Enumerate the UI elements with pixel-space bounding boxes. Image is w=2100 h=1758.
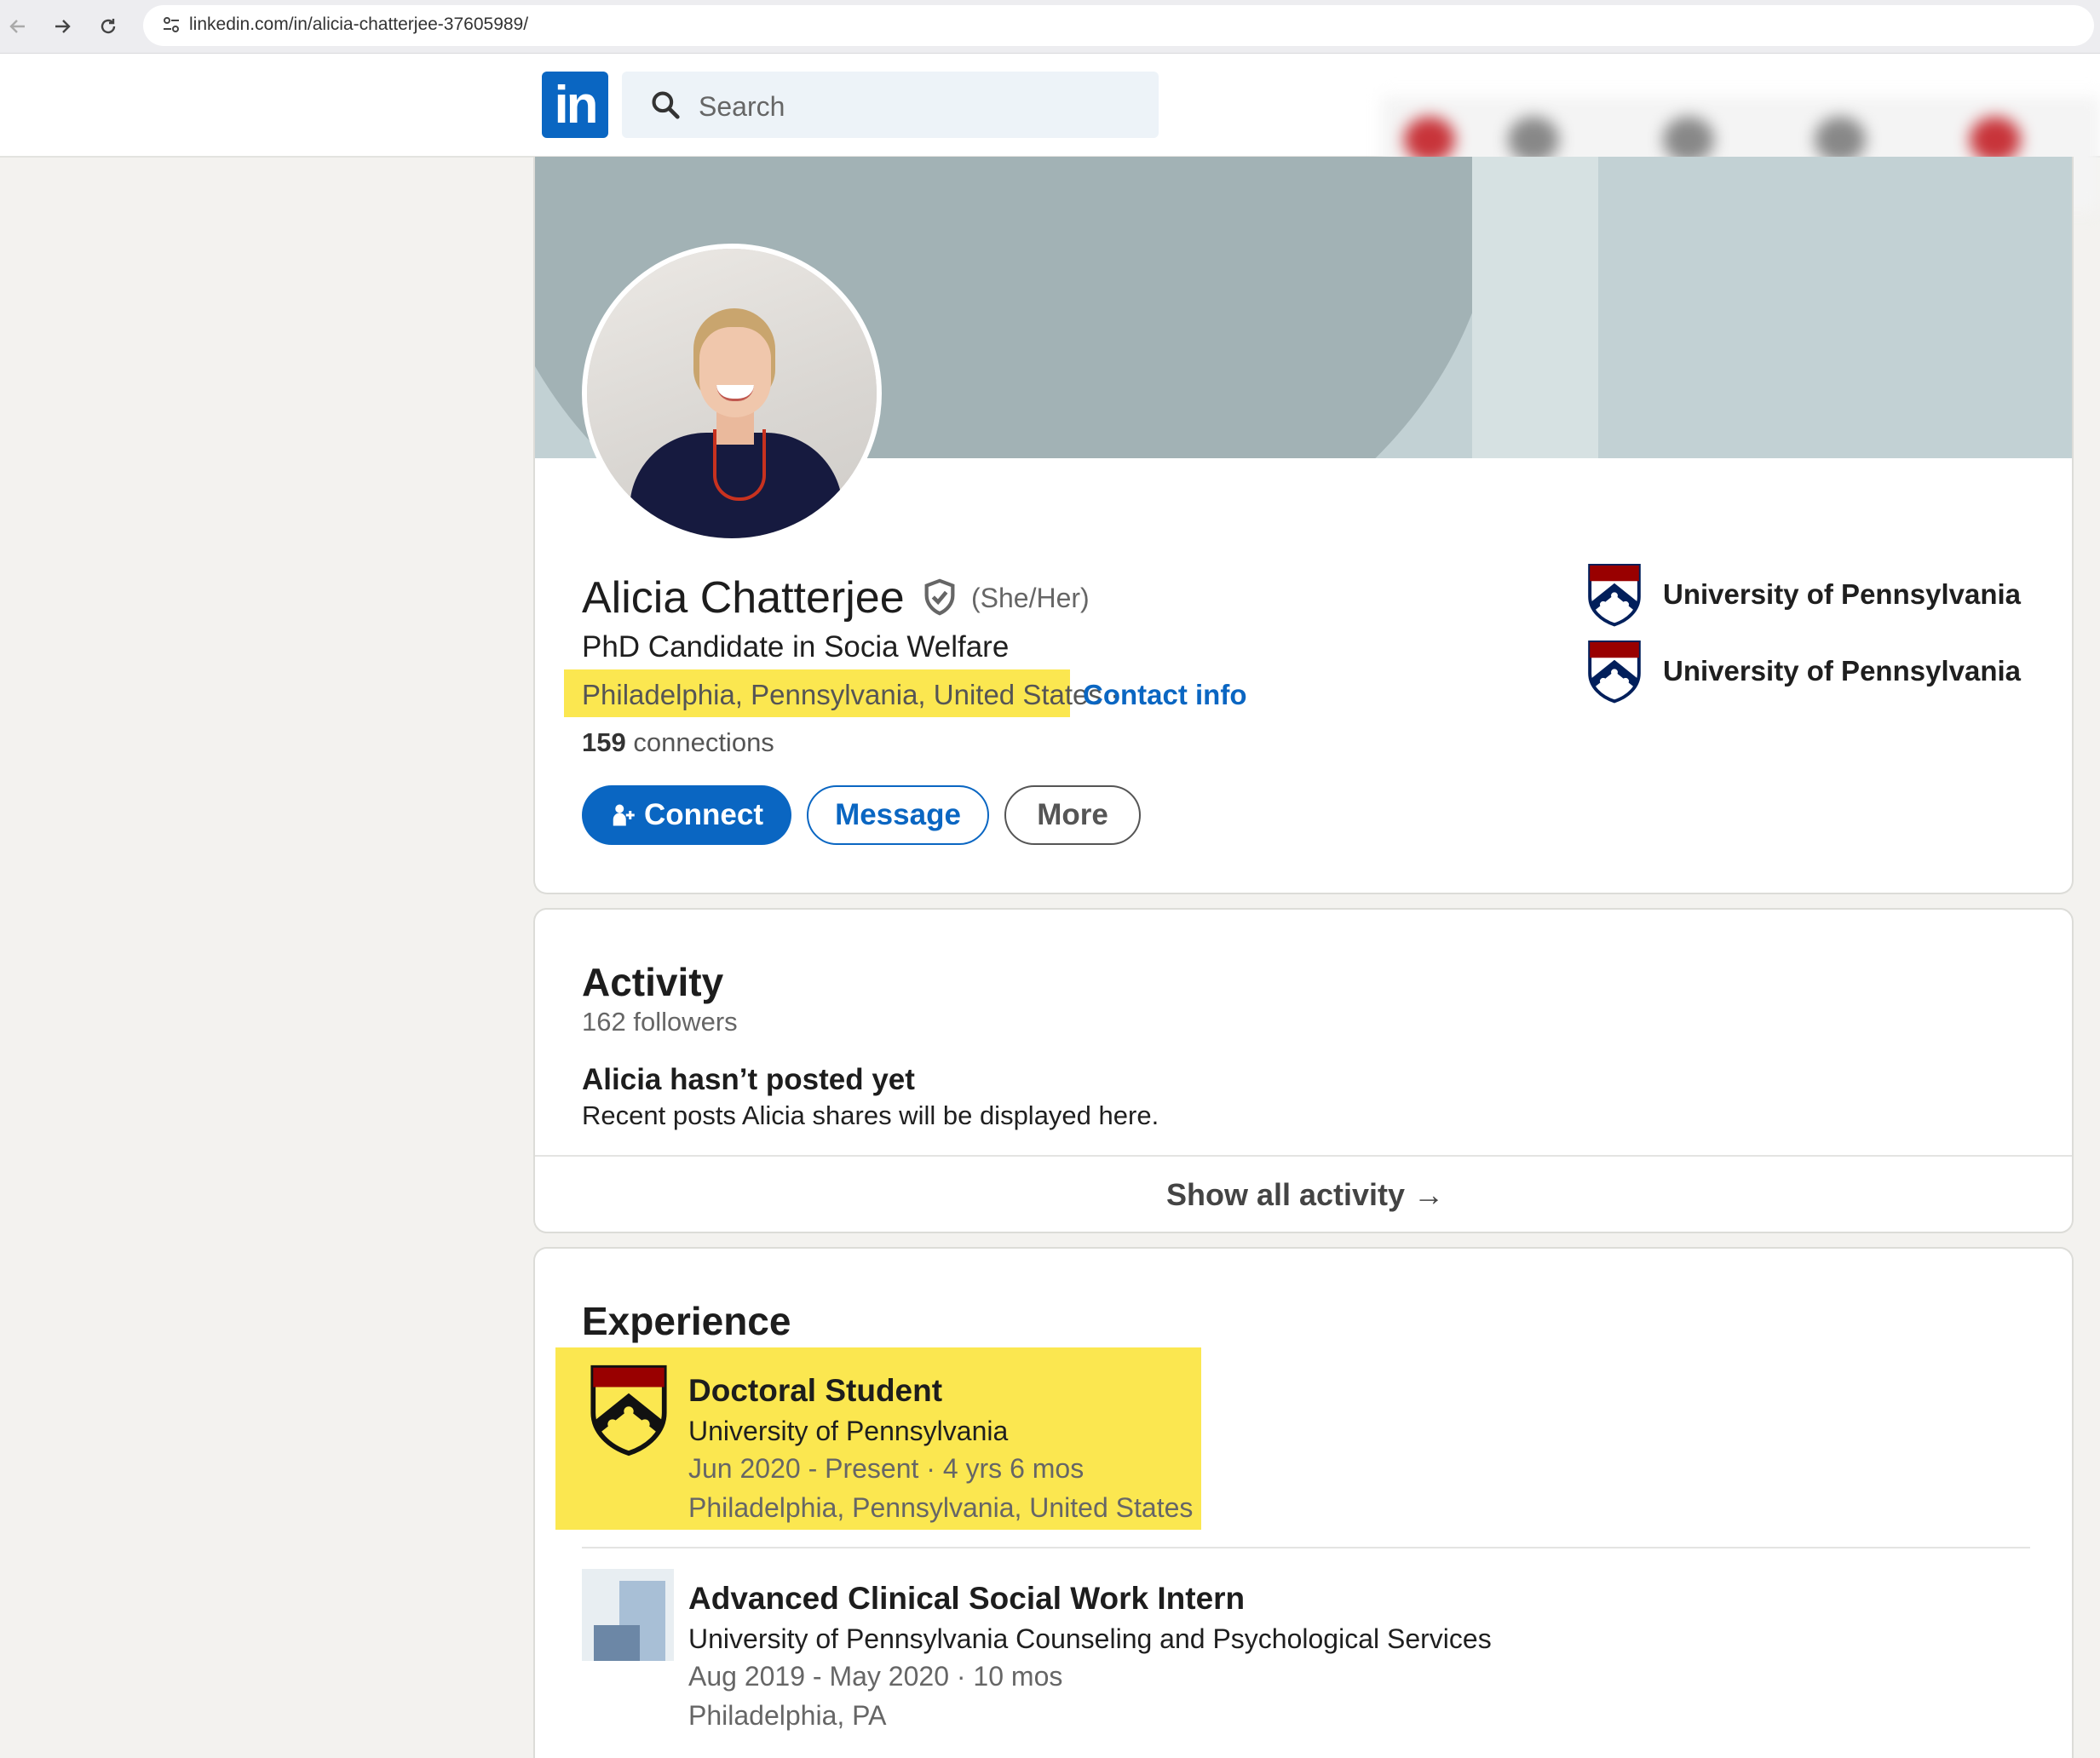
experience-card: Experience Doctoral Student University o…: [533, 1247, 2074, 1758]
linkedin-logo[interactable]: in: [542, 72, 608, 138]
connections-count[interactable]: 159 connections: [582, 727, 774, 758]
experience-item-location: Philadelphia, Pennsylvania, United State…: [688, 1492, 1194, 1523]
profile-name: Alicia Chatterjee: [582, 573, 905, 623]
company-logo[interactable]: [582, 1569, 674, 1661]
profile-card: Alicia Chatterjee (She/Her) PhD Candidat…: [533, 157, 2074, 894]
url-text[interactable]: linkedin.com/in/alicia-chatterjee-376059…: [189, 14, 528, 35]
experience-title: Experience: [582, 1299, 791, 1343]
reload-button[interactable]: [94, 12, 123, 41]
experience-item-dates: Aug 2019 - May 2020 · 10 mos: [688, 1661, 1063, 1692]
divider: [582, 1547, 2030, 1548]
divider: [535, 1155, 2072, 1157]
penn-shield-icon: [1588, 563, 1641, 627]
arrow-right-icon: [55, 20, 71, 33]
connections-label: connections: [633, 727, 774, 757]
arrow-left-icon: [9, 20, 25, 33]
experience-item-title[interactable]: Doctoral Student: [688, 1373, 942, 1409]
experience-item-dates: Jun 2020 - Present · 4 yrs 6 mos: [688, 1453, 1085, 1484]
activity-title: Activity: [582, 960, 724, 1004]
profile-photo[interactable]: [582, 244, 882, 543]
profile-location: Philadelphia, Pennsylvania, United State…: [582, 679, 1119, 711]
address-bar[interactable]: linkedin.com/in/alicia-chatterjee-376059…: [143, 5, 2094, 46]
forward-button[interactable]: [48, 12, 77, 41]
connect-label: Connect: [644, 798, 763, 831]
message-button[interactable]: Message: [807, 785, 989, 845]
verified-shield-icon[interactable]: [920, 577, 959, 617]
connect-button[interactable]: Connect: [582, 785, 791, 845]
experience-item-title[interactable]: Advanced Clinical Social Work Intern: [688, 1581, 1245, 1617]
linkedin-header: in Search: [0, 54, 2100, 211]
experience-item-location: Philadelphia, PA: [688, 1700, 887, 1731]
education-link-1[interactable]: University of Pennsylvania: [1586, 562, 2021, 627]
reload-icon: [101, 19, 116, 34]
experience-item-org: University of Pennsylvania Counseling an…: [688, 1623, 1492, 1654]
profile-headline: PhD Candidate in Socia Welfare: [582, 630, 1010, 664]
experience-item-org: University of Pennsylvania: [688, 1416, 1009, 1446]
browser-toolbar: linkedin.com/in/alicia-chatterjee-376059…: [0, 0, 2100, 54]
followers-count: 162 followers: [582, 1007, 738, 1037]
pronouns: (She/Her): [971, 583, 1090, 613]
search-icon: [652, 91, 680, 119]
education-name-1: University of Pennsylvania: [1663, 578, 2021, 610]
no-posts-text: Recent posts Alicia shares will be displ…: [582, 1100, 1159, 1130]
education-name-2: University of Pennsylvania: [1663, 655, 2021, 687]
show-all-activity-link[interactable]: Show all activity →: [535, 1177, 2072, 1213]
back-button[interactable]: [3, 12, 32, 41]
penn-shield-icon[interactable]: [586, 1363, 671, 1456]
contact-info-link[interactable]: Contact info: [1083, 679, 1246, 711]
search-input[interactable]: Search: [622, 72, 1159, 138]
search-placeholder: Search: [699, 91, 785, 122]
more-button[interactable]: More: [1004, 785, 1141, 845]
penn-shield-icon: [1588, 640, 1641, 704]
no-posts-title: Alicia hasn’t posted yet: [582, 1063, 915, 1096]
activity-card: Activity 162 followers Alicia hasn’t pos…: [533, 908, 2074, 1233]
education-link-2[interactable]: University of Pennsylvania: [1586, 639, 2021, 704]
tune-icon[interactable]: [158, 12, 184, 37]
location-text: Philadelphia, Pennsylvania, United State…: [582, 679, 1102, 710]
connections-number: 159: [582, 727, 626, 757]
add-person-icon: [613, 804, 635, 826]
